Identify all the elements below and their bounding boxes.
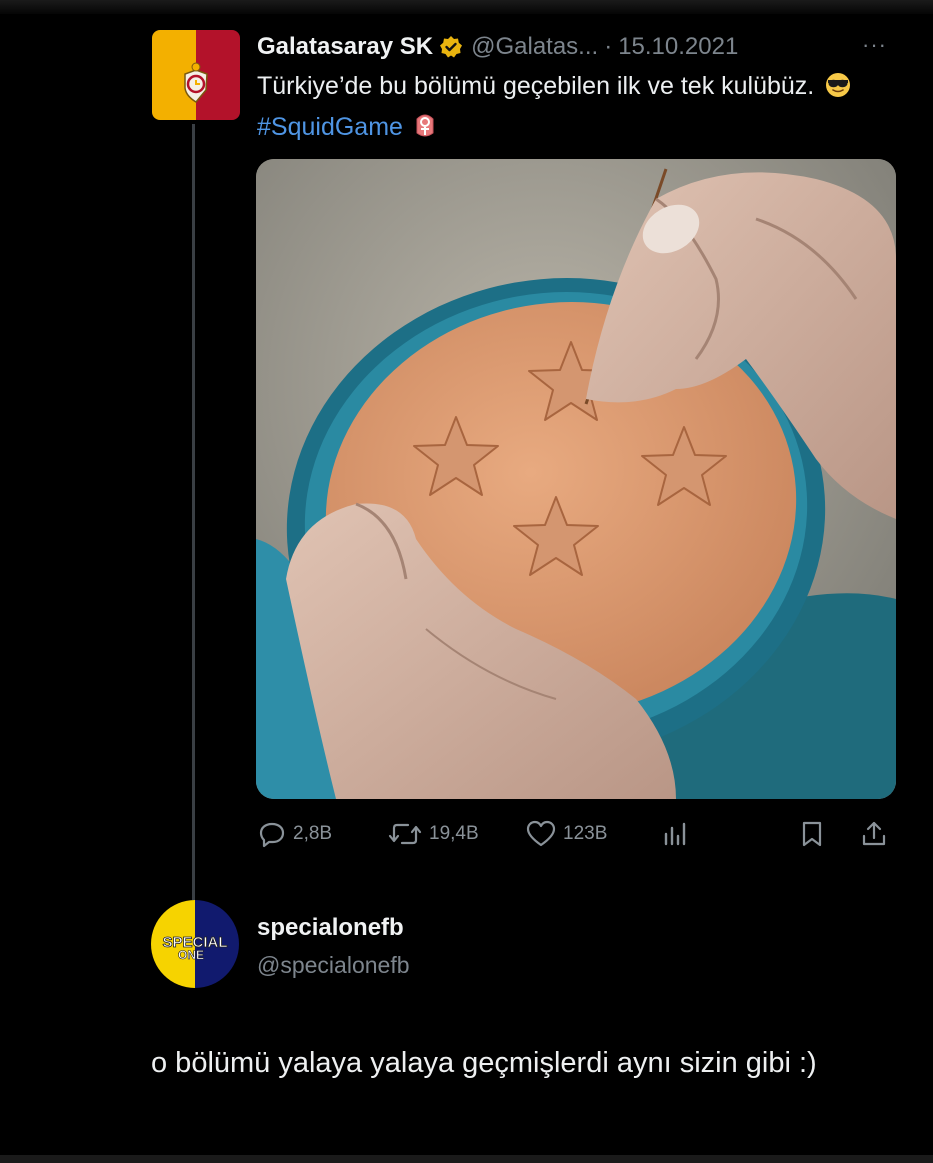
reply-icon bbox=[258, 820, 286, 848]
galatasaray-avatar[interactable] bbox=[152, 30, 240, 120]
more-icon[interactable]: ··· bbox=[862, 34, 887, 56]
reply-count: 2,8B bbox=[293, 823, 333, 844]
views-action[interactable] bbox=[661, 818, 689, 850]
like-icon bbox=[526, 820, 556, 848]
avatar-one-text: ONE bbox=[178, 948, 204, 962]
retweet-action[interactable]: 19,4B bbox=[388, 818, 479, 850]
share-icon bbox=[860, 820, 888, 848]
tweet-header: Galatasaray SK @Galatas... · 15.10.2021 bbox=[257, 30, 738, 64]
author-name[interactable]: Galatasaray SK bbox=[257, 33, 433, 61]
author-handle[interactable]: @Galatas... bbox=[471, 33, 598, 61]
tweet-action-bar: 2,8B 19,4B 123B bbox=[256, 818, 896, 850]
views-icon bbox=[661, 820, 689, 848]
share-action[interactable] bbox=[860, 818, 888, 850]
tweet-text: Türkiye’de bu bölümü geçebilen ilk ve te… bbox=[257, 68, 877, 150]
hashtag-link[interactable]: #SquidGame bbox=[257, 113, 403, 141]
specialonefb-avatar[interactable]: SPECIAL ONE bbox=[151, 900, 239, 988]
tweet-text-main: Türkiye’de bu bölümü geçebilen ilk ve te… bbox=[257, 72, 815, 100]
reply-action[interactable]: 2,8B bbox=[258, 818, 332, 850]
like-action[interactable]: 123B bbox=[526, 818, 607, 850]
retweet-count: 19,4B bbox=[429, 823, 479, 844]
reply-author-handle[interactable]: @specialonefb bbox=[257, 952, 410, 979]
verified-badge-icon bbox=[439, 35, 463, 59]
sunglasses-emoji-icon bbox=[825, 72, 851, 109]
bottom-band bbox=[0, 1155, 933, 1163]
reply-author-name[interactable]: specialonefb bbox=[257, 914, 404, 942]
like-count: 123B bbox=[563, 823, 608, 844]
top-band bbox=[0, 0, 933, 14]
bookmark-action[interactable] bbox=[799, 818, 825, 850]
squid-game-emoji-icon bbox=[414, 113, 436, 150]
retweet-icon bbox=[388, 820, 422, 848]
bookmark-icon bbox=[799, 820, 825, 848]
thread-connector-line bbox=[192, 124, 195, 900]
reply-text: o bölümü yalaya yalaya geçmişlerdi aynı … bbox=[151, 1047, 817, 1079]
tweet-media-image[interactable] bbox=[256, 159, 896, 799]
tweet-date[interactable]: 15.10.2021 bbox=[618, 33, 738, 61]
dot-separator: · bbox=[604, 33, 613, 60]
